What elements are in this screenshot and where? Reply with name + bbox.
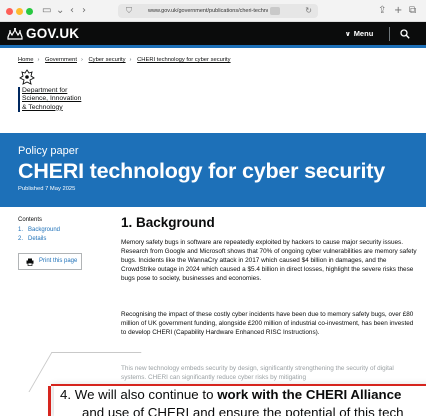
organisation-line-2: Science, Innovation — [22, 95, 82, 103]
chevron-right-icon: › — [129, 57, 132, 63]
menu-button[interactable]: ∨ Menu — [345, 26, 373, 42]
govuk-logo[interactable]: GOV.UK — [26, 25, 79, 43]
zoom-prefix: 4. We will also continue to — [60, 387, 218, 402]
address-bar[interactable]: ⛉ www.gov.uk/government/publications/che… — [118, 4, 318, 18]
minimize-window-button[interactable] — [16, 8, 23, 15]
printer-icon — [26, 258, 34, 266]
chevron-down-icon[interactable]: ⌄ — [56, 4, 64, 18]
search-icon[interactable] — [400, 29, 410, 39]
zoom-link-text[interactable]: work with the CHERI Alliance — [217, 387, 401, 402]
contents-number: 2. — [18, 236, 24, 242]
breadcrumb-current-page[interactable]: CHERI technology for cyber security — [137, 57, 230, 63]
share-icon[interactable]: ⇪ — [378, 4, 386, 18]
print-label: Print this page — [39, 258, 78, 264]
crown-icon — [7, 27, 23, 40]
page-title: CHERI technology for cyber security — [18, 159, 385, 183]
contents-item-details[interactable]: 2. Details — [18, 235, 103, 244]
document-type: Policy paper — [18, 145, 79, 157]
chevron-right-icon: › — [80, 57, 83, 63]
sidebar-toggle-icon[interactable]: ▭ — [42, 4, 51, 18]
forward-icon[interactable]: › — [82, 4, 86, 18]
close-window-button[interactable] — [6, 8, 13, 15]
organisation-name[interactable]: Department for Science, Innovation & Tec… — [18, 87, 88, 112]
body-paragraph: Memory safety bugs in software are repea… — [121, 239, 417, 283]
maximize-window-button[interactable] — [26, 8, 33, 15]
body-paragraph: Recognising the impact of these costly c… — [121, 311, 414, 337]
chevron-right-icon: › — [37, 57, 40, 63]
breadcrumb-cyber-security[interactable]: Cyber security — [89, 57, 126, 63]
zoom-highlight-edge — [48, 386, 51, 416]
body-paragraph: This new technology embeds security by d… — [121, 365, 394, 382]
breadcrumb-government[interactable]: Government — [45, 57, 77, 63]
tabs-icon[interactable]: ⧉ — [409, 4, 416, 18]
contents-number: 1. — [18, 227, 24, 233]
site-header: GOV.UK ∨ Menu — [0, 22, 426, 48]
chevron-down-icon: ∨ — [345, 30, 351, 38]
contents-label: Background — [28, 227, 61, 233]
organisation-logo[interactable]: Department for Science, Innovation & Tec… — [18, 69, 88, 112]
contents-heading: Contents — [18, 217, 43, 223]
organisation-line-1: Department for — [22, 87, 68, 94]
header-divider — [389, 27, 390, 41]
breadcrumb-home[interactable]: Home — [18, 57, 33, 63]
published-date: Published 7 May 2025 — [18, 186, 76, 192]
title-band: Policy paper CHERI technology for cyber … — [0, 133, 426, 207]
contents-item-background[interactable]: 1. Background — [18, 226, 103, 235]
contents-label: Details — [28, 236, 47, 242]
zoom-text-line-2: and use of CHERI and ensure the potentia… — [82, 405, 404, 416]
contents-list: Contents 1. Background 2. Details — [18, 216, 103, 244]
shield-icon: ⛉ — [126, 6, 132, 15]
menu-label: Menu — [353, 29, 374, 38]
section-heading: 1. Background — [121, 215, 215, 230]
translate-icon[interactable] — [270, 7, 280, 15]
zoom-text-line-1: 4. We will also continue to work with th… — [60, 386, 420, 404]
browser-toolbar: ▭ ⌄ ‹ › ⛉ www.gov.uk/government/publicat… — [0, 0, 426, 22]
reload-icon[interactable]: ↻ — [305, 4, 312, 18]
breadcrumb: Home › Government › Cyber security › CHERI … — [18, 56, 231, 64]
back-icon[interactable]: ‹ — [70, 4, 74, 18]
print-page-button[interactable]: Print this page — [18, 253, 82, 270]
organisation-line-3: & Technology — [22, 103, 63, 111]
plus-icon[interactable]: + — [394, 4, 402, 18]
url-text: www.gov.uk/government/publications/cheri… — [148, 8, 268, 14]
royal-crest-icon — [19, 69, 35, 85]
